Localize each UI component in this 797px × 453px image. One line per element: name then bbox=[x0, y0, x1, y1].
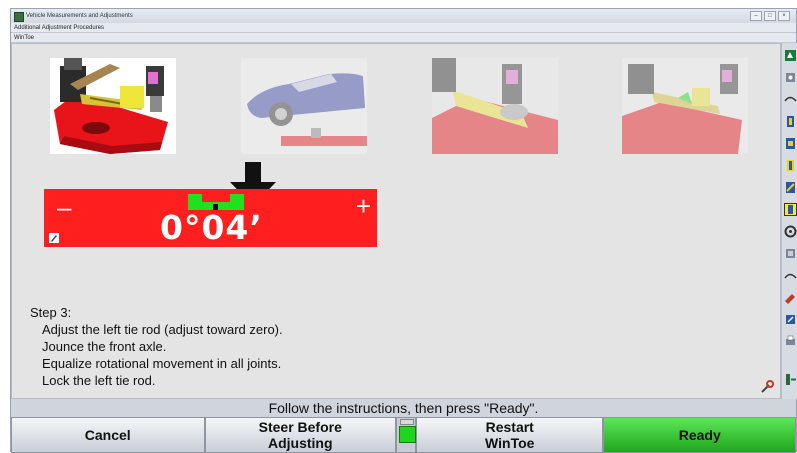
main-window: Vehicle Measurements and Adjustments – □… bbox=[10, 8, 797, 453]
ride-height-icon[interactable] bbox=[784, 93, 797, 106]
gauge-plus-label: + bbox=[355, 191, 371, 221]
tools-icon[interactable] bbox=[784, 291, 797, 304]
instruction-bar: Follow the instructions, then press "Rea… bbox=[11, 399, 796, 417]
step-instructions: Step 3: Adjust the left tie rod (adjust … bbox=[30, 304, 283, 389]
thumbnail-tie-rod-adjust bbox=[432, 58, 558, 154]
button-bar: Cancel Steer Before Adjusting Restart Wi… bbox=[11, 417, 796, 453]
camera-icon[interactable] bbox=[784, 71, 797, 84]
restart-wintoe-button[interactable]: Restart WinToe bbox=[415, 417, 604, 453]
thumbnail-tie-rod-lock bbox=[622, 58, 748, 154]
print-icon[interactable] bbox=[784, 335, 797, 348]
window-title: Vehicle Measurements and Adjustments bbox=[26, 13, 133, 19]
title-bar: Vehicle Measurements and Adjustments – □… bbox=[11, 9, 796, 24]
thumbnail-tie-rod-closeup bbox=[50, 58, 176, 154]
indicator-cap bbox=[400, 419, 415, 425]
wrench-icon[interactable] bbox=[760, 380, 774, 394]
alignment-icon[interactable] bbox=[784, 49, 797, 62]
toolbar-sidebar bbox=[781, 43, 797, 399]
app-icon bbox=[14, 12, 24, 22]
breadcrumb-wintoe: WinToe bbox=[11, 33, 796, 43]
status-light bbox=[399, 426, 417, 443]
wheel-icon[interactable] bbox=[784, 225, 797, 238]
gauge-minus-label: – bbox=[57, 192, 72, 222]
status-indicator bbox=[396, 417, 417, 453]
jack-icon[interactable] bbox=[784, 313, 797, 326]
caster-icon[interactable] bbox=[784, 115, 797, 128]
cancel-button[interactable]: Cancel bbox=[11, 417, 205, 453]
step-line: Jounce the front axle. bbox=[42, 339, 167, 354]
step-heading: Step 3: bbox=[30, 305, 72, 320]
ready-button[interactable]: Ready bbox=[603, 417, 796, 453]
toe-selected-icon[interactable] bbox=[784, 203, 797, 216]
steer-before-adjusting-button[interactable]: Steer Before Adjusting bbox=[204, 417, 397, 453]
breadcrumb-procedures: Additional Adjustment Procedures bbox=[11, 23, 796, 33]
close-button[interactable]: × bbox=[778, 11, 790, 21]
maximize-button[interactable]: □ bbox=[764, 11, 776, 21]
sai-icon[interactable] bbox=[784, 181, 797, 194]
camber-icon[interactable] bbox=[784, 137, 797, 150]
toe-gauge: – + 0°04’ bbox=[44, 189, 377, 247]
steer-icon[interactable] bbox=[784, 247, 797, 260]
minimize-button[interactable]: – bbox=[750, 11, 762, 21]
exit-icon[interactable] bbox=[784, 373, 797, 386]
thumbnail-vehicle-on-lift bbox=[241, 58, 367, 154]
window-controls: – □ × bbox=[750, 11, 790, 21]
step-line: Equalize rotational movement in all join… bbox=[42, 356, 282, 371]
procedure-panel: – + 0°04’ Step 3: Adjust the left tie ro… bbox=[11, 43, 781, 399]
turn-icon[interactable] bbox=[784, 269, 797, 282]
step-line: Adjust the left tie rod (adjust toward z… bbox=[42, 322, 283, 337]
toe-icon[interactable] bbox=[784, 159, 797, 172]
edit-icon[interactable] bbox=[49, 233, 59, 243]
step-line: Lock the left tie rod. bbox=[42, 373, 156, 388]
toe-reading: 0°04’ bbox=[160, 208, 263, 247]
